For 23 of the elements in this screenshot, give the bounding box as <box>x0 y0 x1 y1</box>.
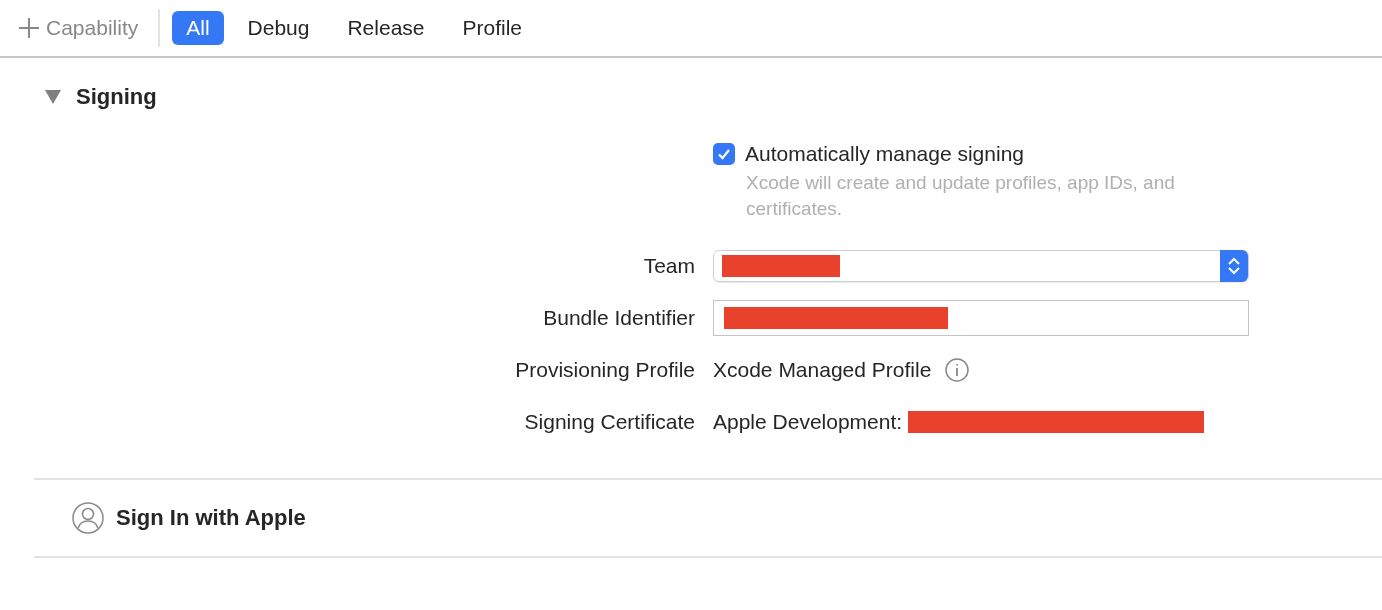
field-label: Provisioning Profile <box>514 357 695 383</box>
checkbox-label: Automatically manage signing <box>745 142 1024 166</box>
field-label: Team <box>642 253 695 279</box>
checkbox[interactable] <box>713 143 735 165</box>
configuration-tab[interactable]: Profile <box>448 11 537 45</box>
chevron-up-down-icon <box>1227 256 1241 276</box>
configuration-tab[interactable]: Debug <box>233 11 324 45</box>
configuration-tab[interactable]: Release <box>333 11 439 45</box>
configuration-tab[interactable]: All <box>172 11 224 45</box>
section-title: Signing <box>76 84 157 110</box>
bundle-identifier-field[interactable] <box>713 300 1249 336</box>
person-icon <box>72 502 104 534</box>
info-icon[interactable] <box>945 358 970 382</box>
add-capability-button[interactable]: Capability <box>12 12 145 44</box>
field-value: Apple Development: <box>713 410 903 434</box>
disclosure-triangle-icon[interactable] <box>44 89 62 105</box>
field-label: Bundle Identifier <box>542 305 695 331</box>
capability-title: Sign In with Apple <box>116 505 306 531</box>
field-value: Xcode Managed Profile <box>713 358 932 382</box>
team-popup[interactable] <box>713 250 1249 282</box>
hint-text: Xcode will create and update profiles, app IDs, and certificates. <box>745 171 1176 221</box>
field-label: Signing Certificate <box>523 409 695 435</box>
plus-icon <box>18 17 40 39</box>
